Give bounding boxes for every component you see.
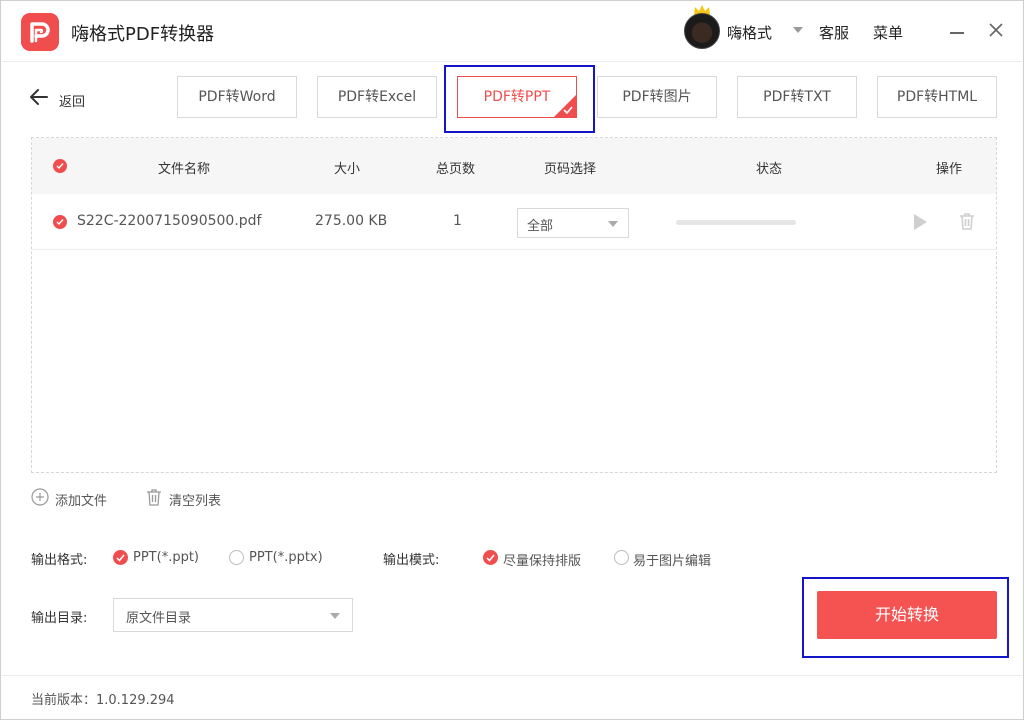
radio-mode-image-edit-label[interactable]: 易于图片编辑 <box>633 550 711 569</box>
output-dir-value: 原文件目录 <box>126 611 192 626</box>
output-dir-dropdown[interactable]: 原文件目录 <box>113 598 353 632</box>
trash-icon[interactable] <box>959 212 975 230</box>
clear-list-label: 清空列表 <box>169 494 222 509</box>
output-format-label: 输出格式: <box>31 553 88 568</box>
tab-pdf-to-image[interactable]: PDF转图片 <box>597 76 717 118</box>
column-header-name: 文件名称 <box>158 162 211 177</box>
close-icon[interactable] <box>987 21 1005 39</box>
arrow-left-icon <box>30 89 48 105</box>
file-pages: 1 <box>453 213 462 229</box>
tab-pdf-to-txt[interactable]: PDF转TXT <box>737 76 857 118</box>
table-header: 文件名称 大小 总页数 页码选择 状态 操作 <box>32 138 996 194</box>
radio-mode-image-edit[interactable] <box>614 550 629 565</box>
output-dir-label: 输出目录: <box>31 611 88 626</box>
radio-mode-keep-layout[interactable] <box>483 550 498 565</box>
table-row: S22C-2200715090500.pdf 275.00 KB 1 全部 <box>32 194 996 250</box>
page-select-dropdown[interactable]: 全部 <box>517 208 629 238</box>
select-all-checkbox[interactable] <box>53 159 67 173</box>
footer-divider <box>2 675 1022 676</box>
radio-format-ppt-label[interactable]: PPT(*.ppt) <box>133 550 199 565</box>
file-size: 275.00 KB <box>315 213 388 229</box>
tab-pdf-to-word[interactable]: PDF转Word <box>177 76 297 118</box>
conversion-progress-bar <box>676 220 796 225</box>
tab-pdf-to-html[interactable]: PDF转HTML <box>877 76 997 118</box>
version-label: 当前版本：1.0.129.294 <box>31 693 175 708</box>
header-divider <box>2 61 1022 62</box>
username[interactable]: 嗨格式 <box>727 22 772 43</box>
column-header-status: 状态 <box>756 162 783 177</box>
chevron-down-icon <box>608 221 618 227</box>
column-header-page-select: 页码选择 <box>544 162 597 177</box>
column-header-pages: 总页数 <box>436 162 476 177</box>
page-select-value: 全部 <box>527 219 554 234</box>
radio-mode-keep-layout-label[interactable]: 尽量保持排版 <box>503 550 581 569</box>
clear-list-button[interactable]: 清空列表 <box>145 488 235 509</box>
app-title: 嗨格式PDF转换器 <box>71 24 215 45</box>
play-icon[interactable] <box>914 214 927 230</box>
file-table: 文件名称 大小 总页数 页码选择 状态 操作 S22C-220071509050… <box>31 137 997 473</box>
file-name: S22C-2200715090500.pdf <box>77 213 262 229</box>
output-mode-label: 输出模式: <box>383 553 440 568</box>
radio-format-pptx[interactable] <box>229 550 244 565</box>
row-checkbox[interactable] <box>53 215 67 229</box>
column-header-size: 大小 <box>334 162 361 177</box>
add-file-button[interactable]: 添加文件 <box>31 488 121 509</box>
highlight-box-start <box>802 577 1009 658</box>
trash-icon <box>147 489 161 506</box>
title-bar: 嗨格式PDF转换器 嗨格式 客服 菜单 <box>1 1 1023 61</box>
back-label: 返回 <box>59 95 86 110</box>
plus-circle-icon <box>31 488 49 506</box>
chevron-down-icon <box>330 613 340 619</box>
tab-pdf-to-excel[interactable]: PDF转Excel <box>317 76 437 118</box>
menu-button[interactable]: 菜单 <box>873 22 903 43</box>
app-window: 嗨格式PDF转换器 嗨格式 客服 菜单 返回 PDF转Word PDF转Exce… <box>0 0 1024 720</box>
back-button[interactable]: 返回 <box>29 87 99 110</box>
highlight-box-tab <box>444 65 595 133</box>
customer-service-link[interactable]: 客服 <box>819 22 849 43</box>
radio-format-pptx-label[interactable]: PPT(*.pptx) <box>249 550 323 565</box>
minimize-icon[interactable] <box>950 32 964 34</box>
avatar[interactable] <box>684 13 720 49</box>
chevron-down-icon[interactable] <box>793 27 803 33</box>
add-file-label: 添加文件 <box>55 494 108 509</box>
app-logo-icon <box>21 13 59 51</box>
column-header-actions: 操作 <box>936 162 963 177</box>
radio-format-ppt[interactable] <box>113 550 128 565</box>
